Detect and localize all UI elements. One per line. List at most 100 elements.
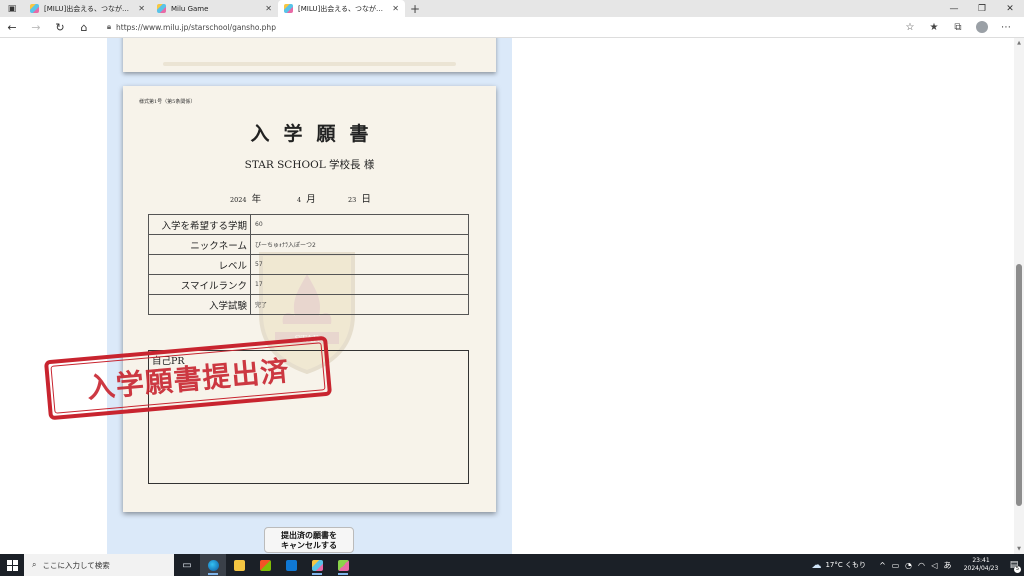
faded-text-line xyxy=(163,62,456,66)
task-view-icon[interactable]: ▭ xyxy=(174,554,200,576)
date-month-value: 4 xyxy=(297,196,302,204)
screen: ▣ [MILU]出会える、つながる、楽しめる ✕ Milu Game ✕ [MI… xyxy=(0,0,1024,576)
row-label: 入学試験 xyxy=(148,294,251,315)
milu-favicon-icon xyxy=(30,4,39,13)
home-icon[interactable]: ⌂ xyxy=(72,17,96,38)
milu-game-app-icon[interactable] xyxy=(330,554,356,576)
tab-milu-game[interactable]: Milu Game ✕ xyxy=(151,0,278,17)
date-day-value: 23 xyxy=(348,196,357,204)
weather-text: 17°C くもり xyxy=(825,561,866,569)
network-icon[interactable]: ◔ xyxy=(902,561,915,570)
milu-app-icon[interactable] xyxy=(304,554,330,576)
date-year-unit: 年 xyxy=(251,194,262,205)
more-menu-icon[interactable]: ⋯ xyxy=(994,17,1018,38)
tab-close-icon[interactable]: ✕ xyxy=(265,4,272,13)
favorites-icon[interactable]: ★ xyxy=(922,17,946,38)
date-day: 23 日 xyxy=(348,187,371,206)
browser-tab-bar: ▣ [MILU]出会える、つながる、楽しめる ✕ Milu Game ✕ [MI… xyxy=(0,0,1024,17)
edge-icon[interactable] xyxy=(200,554,226,576)
file-explorer-icon[interactable] xyxy=(226,554,252,576)
start-button[interactable] xyxy=(0,554,24,576)
table-row: 入学を希望する学期 60 xyxy=(148,214,469,235)
milu-favicon-icon xyxy=(284,4,293,13)
tab-milu-1[interactable]: [MILU]出会える、つながる、楽しめる ✕ xyxy=(24,0,151,17)
minimize-icon[interactable]: — xyxy=(940,0,968,17)
tab-actions-icon[interactable]: ▣ xyxy=(0,0,24,17)
table-row: ニックネーム ぴーちゅｫﾅﾗ入ぽーつ2 xyxy=(148,234,469,255)
row-value: 17 xyxy=(250,274,469,295)
row-label: スマイルランク xyxy=(148,274,251,295)
vertical-scrollbar[interactable]: ▲ ▼ xyxy=(1014,38,1024,554)
reload-icon[interactable]: ↻ xyxy=(48,17,72,38)
date-year: 2024 年 xyxy=(230,187,261,206)
ime-indicator[interactable]: あ xyxy=(941,560,954,571)
clock-date: 2024/04/23 xyxy=(963,565,999,572)
back-arrow-icon[interactable]: ← xyxy=(0,17,24,38)
windows-taskbar: ⌕ ここに入力して検索 ▭ ☁ 17°C くもり ^ ▭ ◔ ◠ ◁ あ 23:… xyxy=(0,554,1024,576)
browser-toolbar-right: ☆ ★ ⧉ ⋯ xyxy=(898,17,1024,38)
notification-count: 5 xyxy=(1014,566,1021,573)
add-favorite-icon[interactable]: ☆ xyxy=(898,17,922,38)
table-row: 入学試験 完了 xyxy=(148,294,469,315)
row-value: ぴーちゅｫﾅﾗ入ぽーつ2 xyxy=(250,234,469,255)
addressee: STAR SCHOOL 学校長 様 xyxy=(244,159,375,171)
row-label: レベル xyxy=(148,254,251,275)
scroll-up-arrow-icon[interactable]: ▲ xyxy=(1014,38,1024,48)
form-code: 様式第1号（第5条関係） xyxy=(139,99,196,105)
document-title: 入学願書 xyxy=(250,123,383,145)
stamp-text: 入学願書提出済 xyxy=(85,354,291,405)
cancel-button-line1: 提出済の願書を xyxy=(281,531,337,540)
store-icon[interactable] xyxy=(252,554,278,576)
collections-icon[interactable]: ⧉ xyxy=(946,17,970,38)
close-window-icon[interactable]: ✕ xyxy=(996,0,1024,17)
mail-icon[interactable] xyxy=(278,554,304,576)
tab-title: [MILU]出会える、つながる、楽しめる xyxy=(298,4,388,13)
scrollbar-thumb[interactable] xyxy=(1016,264,1022,506)
windows-logo-icon xyxy=(6,559,18,571)
application-form-sheet: STAR 様式第1号（第5条関係） 入学願書 STAR SCHOOL 学校長 様… xyxy=(123,86,496,512)
window-controls: — ❐ ✕ xyxy=(940,0,1024,17)
taskbar-clock[interactable]: 23:41 2024/04/23 xyxy=(958,557,1004,573)
cancel-button-line2: キャンセルする xyxy=(281,541,337,550)
browser-address-bar: ← → ↻ ⌂ 🔒︎ https://www.milu.jp/starschoo… xyxy=(0,17,1024,38)
notification-icon[interactable]: ▤ 5 xyxy=(1004,554,1024,576)
url-text: https://www.milu.jp/starschool/gansho.ph… xyxy=(116,22,276,32)
lock-icon[interactable]: 🔒︎ xyxy=(102,22,116,32)
profile-avatar[interactable] xyxy=(970,17,994,38)
row-label: ニックネーム xyxy=(148,234,251,255)
battery-icon[interactable]: ▭ xyxy=(889,561,902,570)
search-placeholder: ここに入力して検索 xyxy=(42,560,110,570)
scroll-down-arrow-icon[interactable]: ▼ xyxy=(1014,544,1024,554)
date-day-unit: 日 xyxy=(361,194,371,205)
clock-time: 23:41 xyxy=(972,557,990,564)
forward-arrow-icon[interactable]: → xyxy=(24,17,48,38)
url-field[interactable]: 🔒︎ https://www.milu.jp/starschool/gansho… xyxy=(102,19,892,35)
volume-icon[interactable]: ◁ xyxy=(928,561,941,570)
table-row: レベル 57 xyxy=(148,254,469,275)
avatar xyxy=(976,21,988,33)
tab-milu-active[interactable]: [MILU]出会える、つながる、楽しめる ✕ xyxy=(278,0,405,17)
wifi-icon[interactable]: ◠ xyxy=(915,561,928,570)
date-year-value: 2024 xyxy=(230,196,247,204)
row-label: 入学を希望する学期 xyxy=(148,214,251,235)
search-icon: ⌕ xyxy=(32,560,37,569)
chevron-up-icon[interactable]: ^ xyxy=(876,561,889,570)
page-viewport: STAR 様式第1号（第5条関係） 入学願書 STAR SCHOOL 学校長 様… xyxy=(0,38,1024,554)
cloud-icon: ☁ xyxy=(811,559,822,571)
restore-icon[interactable]: ❐ xyxy=(968,0,996,17)
cancel-application-button[interactable]: 提出済の願書を キャンセルする xyxy=(264,527,354,553)
weather-widget[interactable]: ☁ 17°C くもり xyxy=(811,560,866,571)
milu-favicon-icon xyxy=(157,4,166,13)
date-month: 4 月 xyxy=(297,187,316,206)
application-info-table: 入学を希望する学期 60 ニックネーム ぴーちゅｫﾅﾗ入ぽーつ2 レベル 57 … xyxy=(148,214,469,315)
new-tab-icon[interactable]: + xyxy=(405,2,425,16)
row-value: 57 xyxy=(250,254,469,275)
tab-title: [MILU]出会える、つながる、楽しめる xyxy=(44,4,134,13)
tab-close-icon[interactable]: ✕ xyxy=(392,4,399,13)
date-month-unit: 月 xyxy=(306,194,316,205)
previous-document-sheet xyxy=(123,38,496,72)
row-value: 60 xyxy=(250,214,469,235)
tab-close-icon[interactable]: ✕ xyxy=(138,4,145,13)
system-tray: ☁ 17°C くもり ^ ▭ ◔ ◠ ◁ あ 23:41 2024/04/23 … xyxy=(811,554,1024,576)
taskbar-search[interactable]: ⌕ ここに入力して検索 xyxy=(24,554,174,576)
